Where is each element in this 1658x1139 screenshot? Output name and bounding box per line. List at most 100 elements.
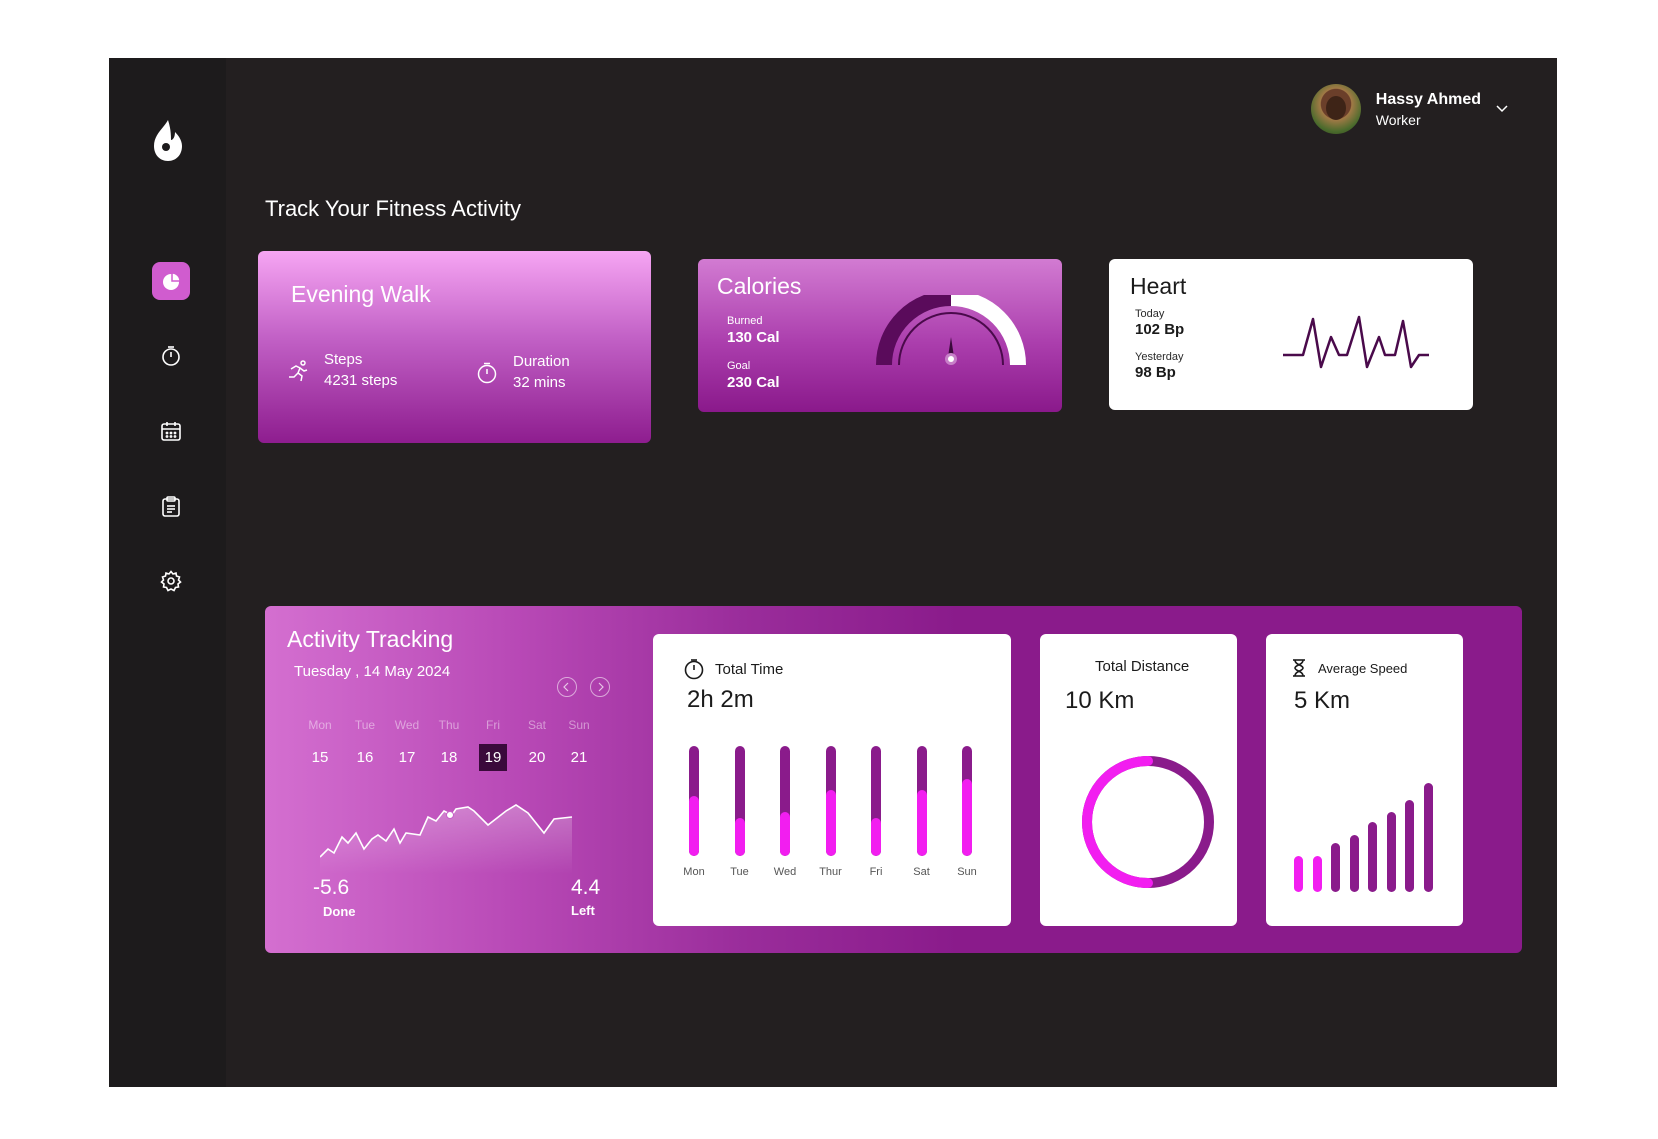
total-time-header: Total Time [683,658,783,680]
pie-chart-icon [163,272,181,290]
chevron-down-icon [1496,105,1508,113]
day-name: Mon [308,718,332,732]
day-number[interactable]: 20 [517,744,557,771]
total-time-card[interactable]: Total Time 2h 2m Mon Tue Wed Thur Fri Sat Sun [653,634,1011,926]
day-sat[interactable]: Sat 20 [517,718,557,771]
average-speed-chart [1294,764,1444,914]
walk-title: Evening Walk [291,281,431,307]
flame-logo-icon [154,120,182,161]
time-bar-label: Thur [819,866,842,878]
day-number[interactable]: 15 [300,744,340,771]
time-bar-fill [734,817,745,856]
avatar [1310,84,1361,134]
nav-dashboard[interactable] [152,262,190,300]
distance-ring [1082,756,1214,888]
stopwatch-icon [684,659,704,680]
time-bar-fill [780,812,790,856]
average-speed-label: Average Speed [1318,660,1408,676]
day-wed[interactable]: Wed 17 [387,718,427,771]
total-distance-label: Total Distance [1095,658,1190,675]
time-bar-label: Fri [869,866,883,878]
sidebar [109,58,226,1087]
chevron-left-icon [563,682,569,692]
day-tue[interactable]: Tue 16 [345,718,385,771]
stopwatch-icon [162,346,180,366]
evening-walk-card[interactable]: Evening Walk Steps 4231 steps Duration 3… [258,251,651,443]
left-value: 4.4 [571,876,601,899]
calendar-icon [161,422,181,441]
time-bar-label: Sat [913,866,930,878]
next-week-button[interactable] [590,677,610,697]
nav-timer[interactable] [152,337,190,375]
duration-stat: Duration 32 mins [475,353,570,391]
burned-label: Burned [727,315,763,327]
yesterday-label: Yesterday [1135,351,1184,363]
time-bar [916,746,927,856]
speed-bar [1331,842,1340,892]
stopwatch-icon [477,362,497,384]
speed-bar [1405,799,1414,892]
time-bar-label: Wed [773,866,797,878]
day-number-selected[interactable]: 19 [479,744,507,771]
steps-stat: Steps 4231 steps [286,351,397,389]
speed-bar [1386,811,1396,892]
time-bar-label: Mon [683,866,705,878]
steps-value: 4231 steps [324,372,398,389]
total-distance-header: Total Distance [1095,658,1189,675]
steps-label: Steps [324,351,363,368]
hourglass-icon [1293,659,1305,677]
goal-value: 230 Cal [727,374,780,391]
nav-reports[interactable] [152,487,190,525]
day-name: Tue [354,718,376,732]
time-bar-fill [916,790,927,856]
day-number[interactable]: 18 [429,744,469,771]
chevron-right-icon [598,682,604,692]
page-title: Track Your Fitness Activity [265,196,521,221]
burned-value: 130 Cal [727,329,780,346]
speed-bar [1423,783,1433,892]
duration-value: 32 mins [513,374,566,391]
time-bar-fill [962,779,972,856]
average-speed-card[interactable]: Average Speed 5 Km [1266,634,1463,926]
total-distance-value: 10 Km [1065,687,1135,714]
user-profile-menu[interactable]: Hassy Ahmed Worker [1310,84,1509,134]
activity-panel: Activity Tracking Tuesday , 14 May 2024 … [265,606,1522,953]
total-time-chart: Mon Tue Wed Thur Fri Sat Sun [683,746,1013,916]
total-time-label: Total Time [715,660,784,678]
speed-bar [1349,834,1359,892]
time-bar [825,746,836,856]
day-number[interactable]: 17 [387,744,427,771]
time-bar [689,746,699,856]
activity-sparkline [320,804,573,874]
clipboard-icon [162,496,180,517]
left-label: Left [571,903,595,918]
user-name: Hassy Ahmed [1375,90,1481,108]
average-speed-value: 5 Km [1294,687,1351,714]
time-bar-fill [689,795,699,856]
duration-label: Duration [513,353,570,370]
nav-settings[interactable] [152,562,190,600]
prev-week-button[interactable] [557,677,577,697]
running-person-icon [289,360,308,382]
yesterday-value: 98 Bp [1135,364,1176,381]
time-bar [962,746,972,856]
total-time-value: 2h 2m [687,686,754,713]
calories-card[interactable]: Calories Burned 130 Cal Goal 230 Cal [698,259,1062,412]
total-distance-card[interactable]: Total Distance 10 Km [1040,634,1237,926]
time-bar [780,746,790,856]
nav-calendar[interactable] [152,412,190,450]
day-name: Fri [486,718,500,732]
speed-bar [1368,821,1377,892]
average-speed-header: Average Speed [1290,658,1407,678]
day-fri[interactable]: Fri 19 [473,718,513,771]
time-bar-label: Tue [730,866,749,878]
speed-bar [1294,855,1303,892]
time-bar-label: Sun [957,866,977,878]
day-name: Wed [394,718,420,732]
day-mon[interactable]: Mon 15 [300,718,340,771]
heart-card[interactable]: Heart Today 102 Bp Yesterday 98 Bp [1109,259,1473,410]
day-sun[interactable]: Sun 21 [559,718,599,771]
day-thu[interactable]: Thu 18 [429,718,469,771]
day-number[interactable]: 21 [559,744,599,771]
day-number[interactable]: 16 [345,744,385,771]
